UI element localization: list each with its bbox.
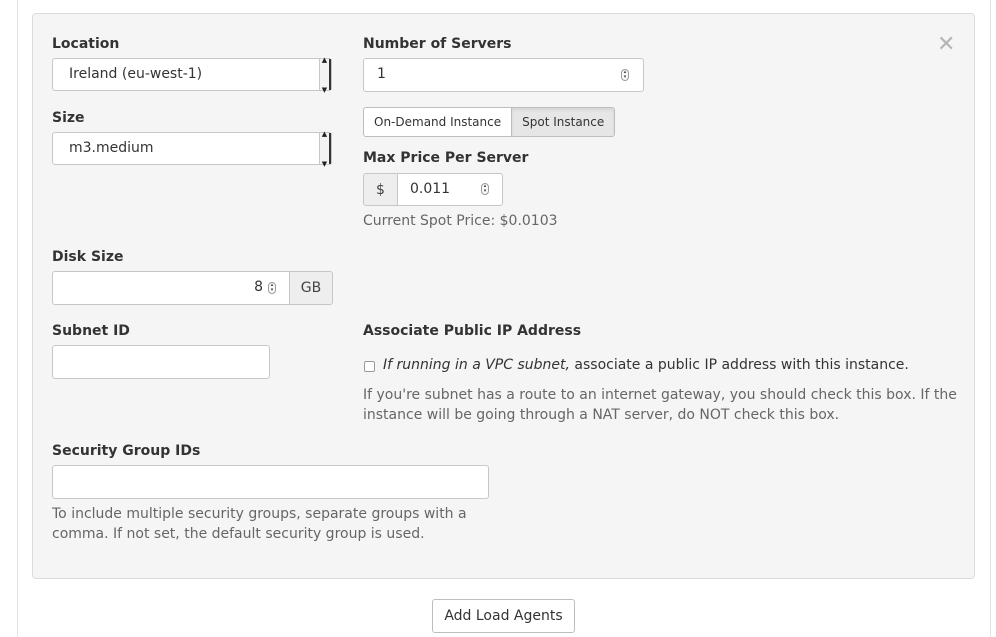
disk-size-label: Disk Size xyxy=(52,249,124,265)
currency-addon: $ xyxy=(363,173,398,206)
subnet-id-input[interactable] xyxy=(52,345,270,379)
public-ip-help-line-1: If you're subnet has a route to an inter… xyxy=(363,387,957,403)
servers-value: 1 xyxy=(377,66,386,82)
close-icon[interactable]: ✕ xyxy=(937,34,955,56)
security-group-label: Security Group IDs xyxy=(52,443,201,459)
public-ip-help-line-2: instance will be going through a NAT ser… xyxy=(363,407,840,423)
public-ip-checkbox[interactable] xyxy=(364,361,375,372)
size-label: Size xyxy=(52,110,85,126)
security-group-help-line-1: To include multiple security groups, sep… xyxy=(52,506,467,522)
spinner-icon[interactable]: ▴ ▾ xyxy=(621,69,629,81)
location-selected-value: Ireland (eu-west-1) xyxy=(69,66,203,82)
page-border-right xyxy=(990,0,991,637)
disk-size-value: 8 xyxy=(254,279,263,295)
instance-type-toggle: On-Demand Instance Spot Instance xyxy=(363,107,616,137)
location-label: Location xyxy=(52,36,120,52)
servers-input[interactable]: 1 ▴ ▾ xyxy=(363,58,644,92)
max-price-value: 0.011 xyxy=(410,181,451,197)
security-group-help-line-2: comma. If not set, the default security … xyxy=(52,526,425,542)
size-selected-value: m3.medium xyxy=(69,140,154,156)
subnet-id-label: Subnet ID xyxy=(52,323,130,339)
vpc-subnet-emphasis: If running in a VPC subnet, xyxy=(383,357,570,373)
on-demand-instance-button[interactable]: On-Demand Instance xyxy=(364,108,511,136)
disk-size-input[interactable]: 8 ▴ ▾ xyxy=(52,271,290,305)
spinner-icon[interactable]: ▴ ▾ xyxy=(481,183,489,195)
size-select[interactable]: m3.medium ▲ ▼ xyxy=(52,130,332,168)
spot-instance-button[interactable]: Spot Instance xyxy=(511,108,615,136)
servers-label: Number of Servers xyxy=(363,36,512,52)
security-group-input[interactable] xyxy=(52,465,489,499)
chevron-updown-icon: ▲ ▼ xyxy=(319,56,331,94)
add-load-agents-button[interactable]: Add Load Agents xyxy=(432,599,575,633)
disk-unit-addon: GB xyxy=(289,271,333,305)
spot-price-note: Current Spot Price: $0.0103 xyxy=(363,213,558,229)
public-ip-label: Associate Public IP Address xyxy=(363,323,582,339)
chevron-updown-icon: ▲ ▼ xyxy=(319,130,331,168)
max-price-label: Max Price Per Server xyxy=(363,150,529,166)
spinner-icon[interactable]: ▴ ▾ xyxy=(268,282,276,294)
public-ip-checkbox-text: associate a public IP address with this … xyxy=(569,357,909,373)
public-ip-checkbox-label[interactable]: If running in a VPC subnet, associate a … xyxy=(383,355,909,375)
page-border-left xyxy=(17,0,18,637)
max-price-input[interactable]: 0.011 ▴ ▾ xyxy=(397,173,503,206)
location-select[interactable]: Ireland (eu-west-1) ▲ ▼ xyxy=(52,56,332,94)
